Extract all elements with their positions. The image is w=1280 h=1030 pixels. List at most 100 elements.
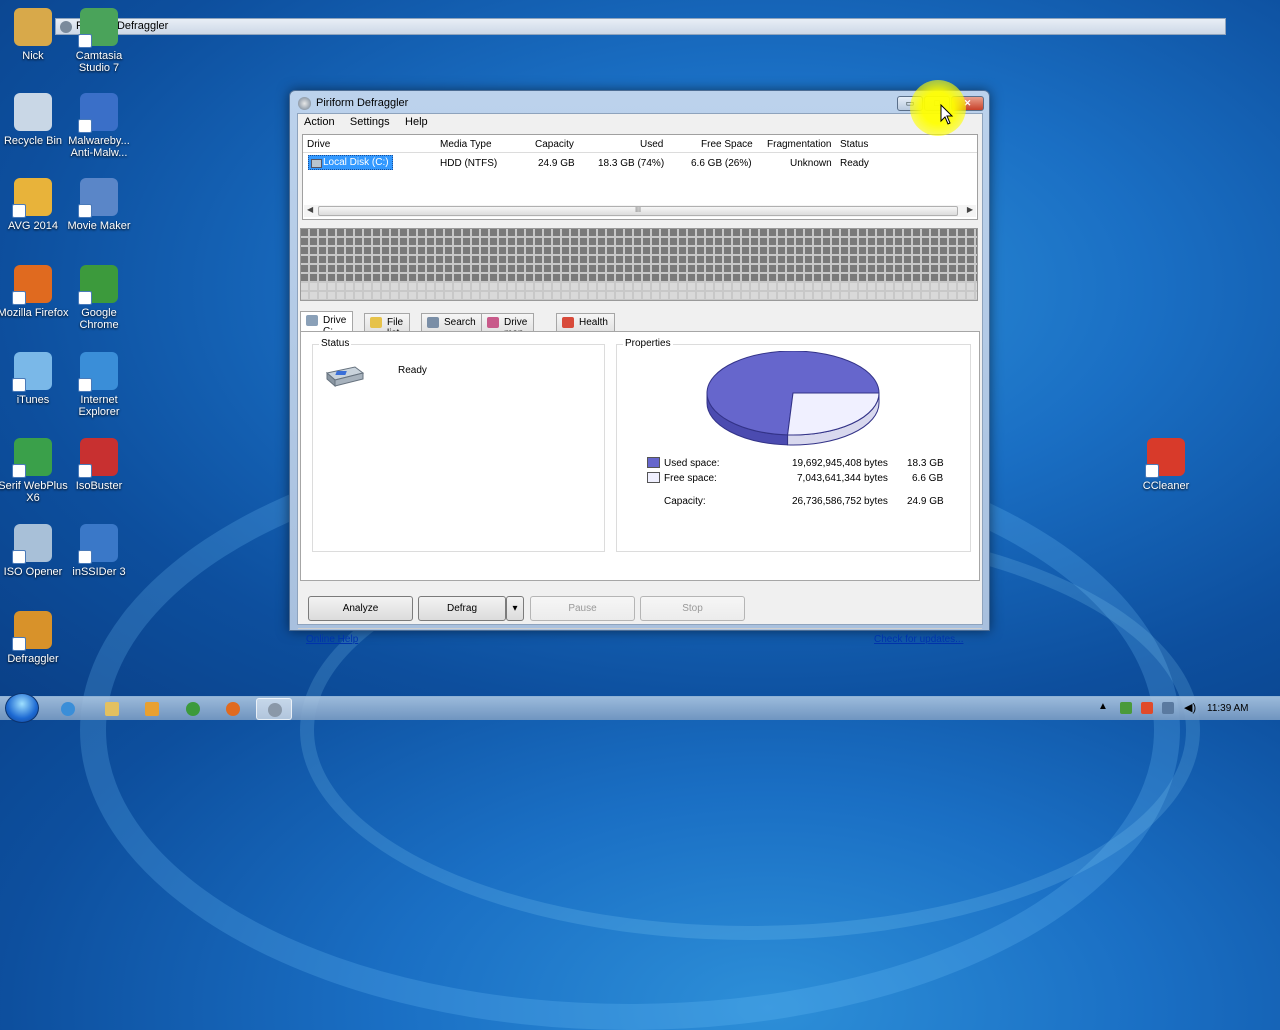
horizontal-scrollbar[interactable]: ◀ III ▶ [304,205,976,217]
desktop-icon-glyph [78,438,118,478]
col-media-type[interactable]: Media Type [440,139,492,150]
drive-media: HDD (NTFS) [440,158,498,169]
desktop-icon[interactable]: AVG 2014 [0,178,69,232]
desktop-icon[interactable]: Camtasia Studio 7 [63,8,135,74]
desktop-icon[interactable]: Nick [0,8,69,62]
drive-tab-panel: Status Ready Properties Used space: 19,6… [300,331,980,581]
desktop-icon-label: Google Chrome [79,307,119,331]
desktop-icon[interactable]: inSSIDer 3 [63,524,135,578]
desktop-icon[interactable]: Malwareby... Anti-Malw... [63,93,135,159]
desktop-icon[interactable]: Internet Explorer [63,352,135,418]
desktop-icon-glyph [12,438,52,478]
start-button[interactable] [5,693,39,723]
taskbar-ie[interactable] [50,698,86,720]
desktop-icon[interactable]: Serif WebPlus X6 [0,438,69,504]
free-space-label: Free space: [664,473,717,484]
tab-search[interactable]: Search [421,313,483,331]
drive-used: 18.3 GB (74%) [598,158,665,169]
properties-group: Properties Used space: 19,692,945,408 by… [616,338,971,552]
window-title: Piriform Defraggler [316,97,409,109]
desktop-icon-glyph [14,8,52,46]
defrag-button[interactable]: Defrag [418,596,506,621]
desktop-icon-label: AVG 2014 [8,220,58,232]
taskbar-defraggler[interactable] [256,698,292,720]
tab-drive-map[interactable]: Drive map [481,313,535,339]
volume-icon[interactable]: ◀) [1184,701,1196,714]
capacity-unit: bytes [864,496,888,507]
tab-health[interactable]: Health [556,313,615,331]
desktop-icon[interactable]: IsoBuster [63,438,135,492]
desktop-icon[interactable]: CCleaner [1130,438,1202,492]
analyze-button[interactable]: Analyze [308,596,413,621]
tray-expand-icon[interactable]: ▲ [1098,701,1108,712]
chevron-down-icon: ▾ [512,603,518,614]
clock[interactable]: 11:39 AM [1207,703,1249,714]
desktop-icon-label: ISO Opener [3,566,63,578]
cursor-highlight [910,80,966,136]
col-capacity[interactable]: Capacity [535,139,574,150]
col-free-space[interactable]: Free Space [701,139,753,150]
defraggler-icon [268,703,282,717]
mouse-cursor-icon [940,104,954,125]
taskbar-firefox[interactable] [215,698,251,720]
taskbar-media[interactable] [134,698,170,720]
folder-icon [370,317,382,328]
desktop-icon-glyph [78,178,118,218]
desktop-icon[interactable]: iTunes [0,352,69,406]
drive-capacity: 24.9 GB [538,158,575,169]
stop-button[interactable]: Stop [640,596,745,621]
col-used[interactable]: Used [640,139,663,150]
taskbar: ▲ ◀) 11:39 AM [0,693,1280,723]
scroll-left-icon[interactable]: ◀ [307,205,313,214]
drive-map-icon [487,317,499,328]
tray-app-icon[interactable] [1120,702,1132,714]
tab-drive-c[interactable]: Drive C: [300,311,354,337]
capacity-label: Capacity: [664,496,706,507]
title-bar[interactable]: Piriform Defraggler ▭ □ ✕ [290,91,989,115]
drive-list: Drive Media Type Capacity Used Free Spac… [302,134,978,220]
desktop-icon[interactable]: Defraggler [0,611,69,665]
desktop-icon[interactable]: Recycle Bin [0,93,69,147]
col-status[interactable]: Status [840,139,868,150]
drive-block-map[interactable] [300,228,978,301]
desktop-icon-label: Mozilla Firefox [0,307,69,319]
col-drive[interactable]: Drive [307,139,330,150]
defrag-dropdown-button[interactable]: ▾ [506,596,524,621]
tray-network-icon[interactable] [1162,702,1174,714]
tray-flag-icon[interactable] [1141,702,1153,714]
desktop-icon-label: Camtasia Studio 7 [75,50,123,74]
desktop-icon-label: Internet Explorer [78,394,120,418]
scroll-right-icon[interactable]: ▶ [967,205,973,214]
media-player-icon [145,702,159,716]
desktop-icon[interactable]: Movie Maker [63,178,135,232]
taskbar-chrome[interactable] [175,698,211,720]
desktop-icon-glyph [78,352,118,392]
table-row[interactable]: Local Disk (C:) HDD (NTFS) 24.9 GB 18.3 … [303,154,977,170]
desktop-icon-label: Serif WebPlus X6 [0,480,68,504]
taskbar-explorer[interactable] [94,698,130,720]
desktop-icon[interactable]: Google Chrome [63,265,135,331]
tab-file-list[interactable]: File list [364,313,411,339]
menu-settings[interactable]: Settings [344,114,396,130]
desktop-icon-label: inSSIDer 3 [72,566,126,578]
menu-action[interactable]: Action [298,114,341,130]
desktop-icon[interactable]: ISO Opener [0,524,69,578]
desktop-icon-glyph [1145,438,1185,478]
desktop-icon[interactable]: Mozilla Firefox [0,265,69,319]
pause-button[interactable]: Pause [530,596,635,621]
tab-label: Search [444,317,476,328]
col-fragmentation[interactable]: Fragmentation [767,139,831,150]
scroll-thumb[interactable]: III [318,206,958,216]
internet-explorer-icon [61,702,75,716]
drive-name[interactable]: Local Disk (C:) [308,155,393,170]
used-space-unit: bytes [864,458,888,469]
desktop-icon-glyph [14,93,52,131]
desktop-icon-label: Malwareby... Anti-Malw... [68,135,130,159]
used-legend-swatch [647,457,660,468]
online-help-link[interactable]: Online Help [306,634,358,645]
menu-help[interactable]: Help [399,114,434,130]
status-group-title: Status [319,338,352,349]
desktop-icon-label: IsoBuster [75,480,123,492]
check-updates-link[interactable]: Check for updates... [874,634,964,645]
window-preview-strip[interactable]: Piriform Defraggler [55,18,1226,35]
